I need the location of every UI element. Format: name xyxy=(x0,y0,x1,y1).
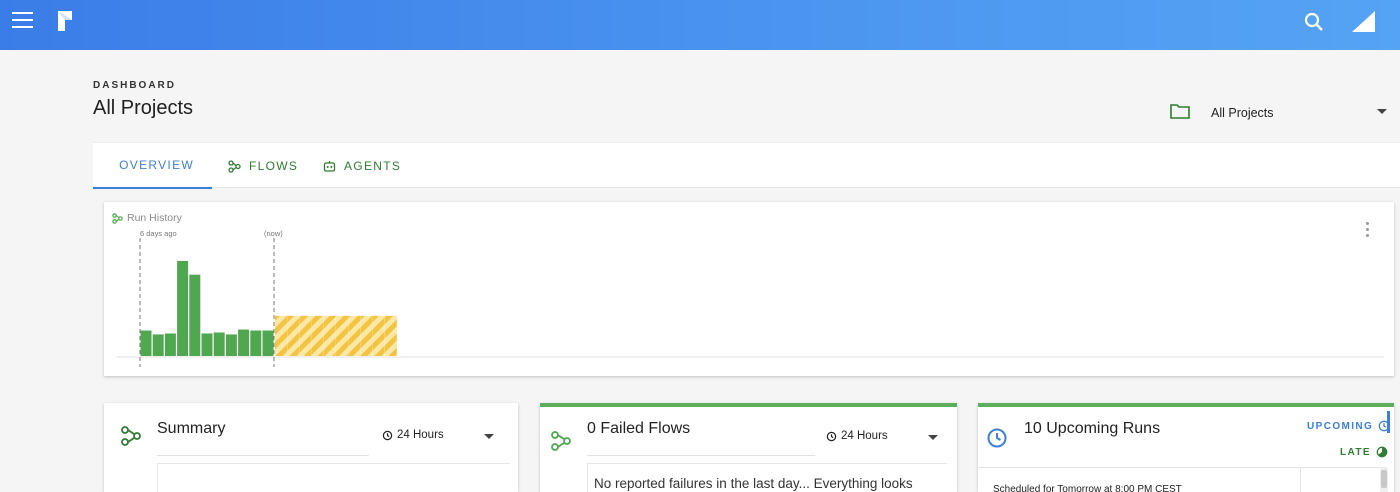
chevron-down-icon[interactable] xyxy=(484,434,494,439)
chevron-down-icon xyxy=(1377,109,1387,114)
page-header: DASHBOARD All Projects xyxy=(93,80,193,120)
summary-card: Summary 24 Hours xyxy=(104,403,518,492)
tab-agents[interactable]: AGENTS xyxy=(305,143,419,189)
active-filter-indicator xyxy=(1387,411,1390,433)
run-bar-past-6[interactable] xyxy=(201,333,213,356)
start-marker-label: 6 days ago xyxy=(140,229,177,238)
tab-overview[interactable]: OVERVIEW xyxy=(93,143,212,189)
run-bar-upcoming-7[interactable] xyxy=(348,315,361,356)
run-bar-past-4[interactable] xyxy=(177,260,189,356)
upcoming-runs-card: 10 Upcoming Runs UPCOMING LATE Scheduled… xyxy=(978,403,1394,492)
run-bar-past-11[interactable] xyxy=(262,330,274,356)
divider xyxy=(587,455,815,456)
run-bar-past-5[interactable] xyxy=(189,274,201,356)
failed-flows-message: No reported failures in the last day... … xyxy=(594,476,913,491)
search-icon[interactable] xyxy=(1302,10,1326,34)
run-bar-upcoming-1[interactable] xyxy=(275,315,287,356)
time-range-value: 24 Hours xyxy=(397,429,444,441)
run-history-chart: 6 days ago (now) xyxy=(116,229,1384,367)
project-select-value: All Projects xyxy=(1211,106,1274,120)
more-options-icon[interactable] xyxy=(1361,222,1373,240)
run-history-title-text: Run History xyxy=(127,212,182,224)
run-bar-upcoming-2[interactable] xyxy=(287,315,300,356)
run-bar-past-2[interactable] xyxy=(152,334,164,356)
run-bar-upcoming-3[interactable] xyxy=(299,315,312,356)
flow-icon xyxy=(112,212,123,224)
time-range-select[interactable]: 24 Hours xyxy=(826,430,888,442)
tab-flows-label: FLOWS xyxy=(249,159,299,173)
run-bar-past-8[interactable] xyxy=(225,334,237,356)
summary-title: Summary xyxy=(157,420,226,437)
run-bar-past-9[interactable] xyxy=(238,329,250,356)
run-history-title: Run History xyxy=(112,212,182,224)
run-bar-past-3[interactable] xyxy=(164,333,176,356)
clock-icon xyxy=(987,428,1007,448)
now-marker-label: (now) xyxy=(264,229,283,238)
flow-icon xyxy=(121,426,141,446)
run-bar-upcoming-6[interactable] xyxy=(336,315,348,356)
chevron-down-icon[interactable] xyxy=(928,435,938,440)
divider xyxy=(157,455,369,456)
history-icon xyxy=(382,430,393,440)
time-range-select[interactable]: 24 Hours xyxy=(382,429,444,441)
upcoming-filter-button[interactable]: UPCOMING xyxy=(1307,420,1390,432)
breadcrumb: DASHBOARD xyxy=(93,80,176,91)
failed-flows-title: 0 Failed Flows xyxy=(587,420,691,437)
prefect-logo-icon[interactable] xyxy=(56,9,74,33)
scheduled-run-text: Scheduled for Tomorrow at 8:00 PM CEST xyxy=(993,484,1182,492)
late-filter-label: LATE xyxy=(1340,446,1371,458)
flow-icon xyxy=(228,159,241,173)
folder-icon xyxy=(1170,104,1190,119)
top-app-bar xyxy=(0,0,1400,50)
agent-icon xyxy=(323,160,336,172)
late-status-icon xyxy=(1376,446,1388,458)
tab-bar: OVERVIEW FLOWS AGENTS xyxy=(93,142,1400,189)
run-history-card: 6 days ago (now) Run History xyxy=(104,202,1394,376)
run-bar-upcoming-5[interactable] xyxy=(323,315,336,356)
user-corner-icon[interactable] xyxy=(1350,10,1376,34)
tab-flows[interactable]: FLOWS xyxy=(210,143,316,189)
upcoming-filter-label: UPCOMING xyxy=(1307,420,1374,432)
run-bar-past-1[interactable] xyxy=(140,330,152,356)
scheduled-run-row xyxy=(1300,467,1380,492)
tab-agents-label: AGENTS xyxy=(344,159,402,173)
run-bar-upcoming-10[interactable] xyxy=(384,315,397,356)
scrollbar[interactable] xyxy=(1380,467,1388,492)
upcoming-runs-title: 10 Upcoming Runs xyxy=(1024,420,1161,437)
late-filter-button[interactable]: LATE xyxy=(1340,446,1388,458)
failed-flows-card: 0 Failed Flows 24 Hours No reported fail… xyxy=(540,403,957,492)
page-title: All Projects xyxy=(93,97,194,119)
tab-overview-label: OVERVIEW xyxy=(119,158,194,172)
flow-icon xyxy=(551,431,571,451)
run-bar-upcoming-4[interactable] xyxy=(311,315,324,356)
summary-panel xyxy=(157,463,510,492)
menu-icon[interactable] xyxy=(12,12,36,32)
time-range-value: 24 Hours xyxy=(841,430,888,442)
history-icon xyxy=(826,431,837,441)
run-bar-upcoming-9[interactable] xyxy=(372,315,385,356)
run-bar-past-7[interactable] xyxy=(213,332,225,356)
run-bar-upcoming-8[interactable] xyxy=(360,315,373,356)
run-bar-past-10[interactable] xyxy=(250,330,262,356)
project-select[interactable]: All Projects xyxy=(1170,100,1392,126)
